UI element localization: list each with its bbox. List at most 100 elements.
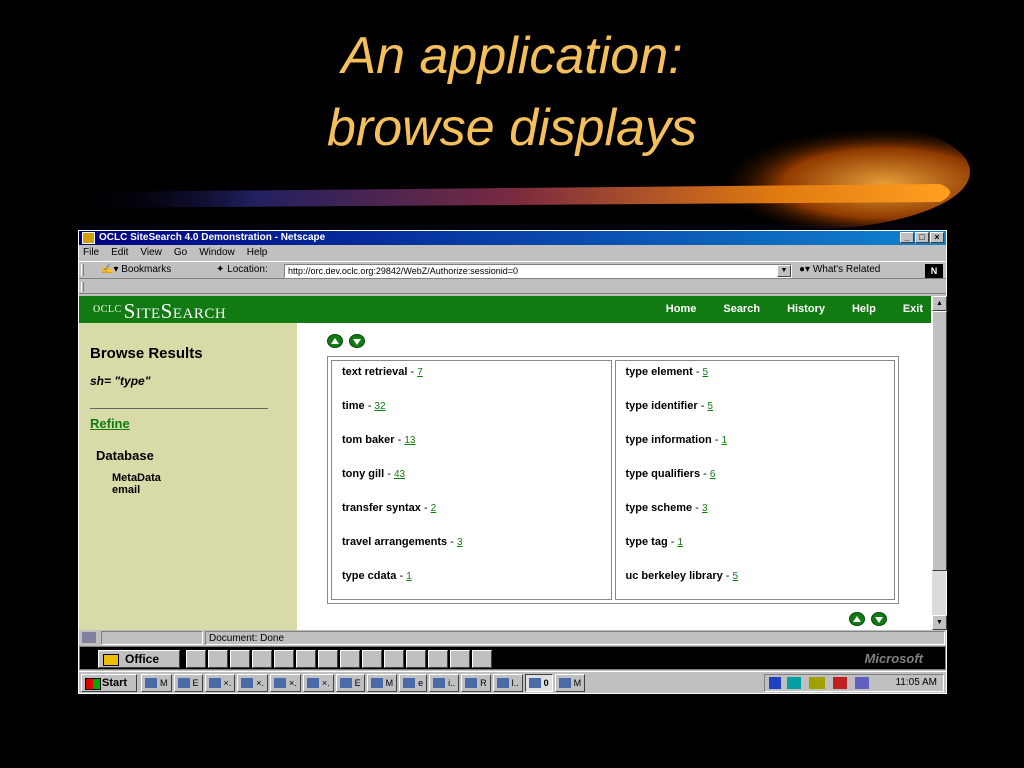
office-tool-icon[interactable] — [406, 650, 426, 668]
result-count-link[interactable]: 5 — [733, 571, 739, 582]
office-tools — [186, 650, 492, 668]
database-item: MetaData — [112, 472, 161, 484]
netscape-app-icon — [82, 232, 95, 244]
scroll-up-icon[interactable]: ▲ — [932, 296, 947, 311]
office-tool-icon[interactable] — [428, 650, 448, 668]
taskbar-task[interactable]: l.. — [492, 674, 523, 692]
page-arrows-top — [327, 334, 365, 348]
site-banner: OCLCSiteSearch Home Search History Help … — [79, 296, 931, 323]
window-titlebar[interactable]: OCLC SiteSearch 4.0 Demonstration - Nets… — [79, 231, 946, 245]
office-tool-icon[interactable] — [296, 650, 316, 668]
list-item: text retrieval - 7 — [342, 366, 423, 378]
results-column-right: type element - 5 type identifier - 5 typ… — [614, 360, 895, 600]
scroll-down-icon[interactable]: ▼ — [932, 615, 947, 630]
next-page-icon[interactable] — [349, 334, 365, 348]
result-count-link[interactable]: 5 — [703, 367, 709, 378]
browse-results-heading: Browse Results — [90, 345, 203, 362]
start-button[interactable]: Start — [81, 674, 137, 692]
nav-help[interactable]: Help — [852, 303, 876, 315]
office-tool-icon[interactable] — [252, 650, 272, 668]
office-tool-icon[interactable] — [450, 650, 470, 668]
nav-home[interactable]: Home — [666, 303, 697, 315]
result-count-link[interactable]: 1 — [721, 435, 727, 446]
result-count-link[interactable]: 13 — [404, 435, 415, 446]
taskbar-task[interactable]: i.. — [429, 674, 460, 692]
toolbar-grip-2[interactable] — [81, 282, 84, 292]
office-tool-icon[interactable] — [318, 650, 338, 668]
nav-search[interactable]: Search — [723, 303, 760, 315]
taskbar-task[interactable]: ×. — [237, 674, 269, 692]
restore-button[interactable]: □ — [915, 232, 929, 243]
menu-window[interactable]: Window — [199, 246, 235, 260]
menu-go[interactable]: Go — [174, 246, 187, 260]
result-count-link[interactable]: 1 — [677, 537, 683, 548]
location-toolbar: ✍▾ Bookmarks ✦ Location: http://orc.dev.… — [79, 261, 946, 279]
taskbar-task[interactable]: M — [554, 674, 586, 692]
result-count-link[interactable]: 5 — [707, 401, 713, 412]
previous-page-icon[interactable] — [327, 334, 343, 348]
result-count-link[interactable]: 43 — [394, 469, 405, 480]
location-label: ✦ Location: — [216, 264, 268, 275]
menu-edit[interactable]: Edit — [111, 246, 128, 260]
scroll-thumb[interactable] — [932, 311, 947, 571]
list-item: tony gill - 43 — [342, 468, 406, 480]
result-count-link[interactable]: 32 — [374, 401, 385, 412]
taskbar-task-active[interactable]: 0 — [524, 674, 553, 692]
office-button[interactable]: Office — [98, 650, 180, 668]
office-tool-icon[interactable] — [208, 650, 228, 668]
office-tool-icon[interactable] — [384, 650, 404, 668]
minimize-button[interactable]: _ — [900, 232, 914, 243]
location-dropdown-icon[interactable]: ▼ — [777, 265, 791, 277]
database-heading: Database — [96, 448, 154, 463]
taskbar-task[interactable]: e — [399, 674, 428, 692]
result-count-link[interactable]: 2 — [431, 503, 437, 514]
status-text: Document: Done — [205, 631, 945, 645]
taskbar-task[interactable]: R — [461, 674, 491, 692]
toolbar-grip[interactable] — [81, 264, 84, 276]
taskbar-task[interactable]: ×. — [204, 674, 236, 692]
office-tool-icon[interactable] — [274, 650, 294, 668]
previous-page-icon[interactable] — [849, 612, 865, 626]
clock[interactable]: 11:05 AM — [895, 677, 937, 688]
results-column-left: text retrieval - 7 time - 32 tom baker -… — [331, 360, 612, 600]
close-button[interactable]: × — [930, 232, 944, 243]
refine-link[interactable]: Refine — [90, 416, 130, 431]
taskbar-task[interactable]: M — [366, 674, 398, 692]
menu-file[interactable]: File — [83, 246, 99, 260]
security-icon[interactable] — [82, 632, 96, 643]
next-page-icon[interactable] — [871, 612, 887, 626]
office-tool-icon[interactable] — [186, 650, 206, 668]
list-item: type cdata - 1 — [342, 570, 412, 582]
result-count-link[interactable]: 3 — [702, 503, 708, 514]
list-item: type element - 5 — [625, 366, 709, 378]
office-tool-icon[interactable] — [472, 650, 492, 668]
nav-history[interactable]: History — [787, 303, 825, 315]
web-page: OCLCSiteSearch Home Search History Help … — [79, 296, 931, 630]
result-count-link[interactable]: 7 — [417, 367, 423, 378]
menu-help[interactable]: Help — [247, 246, 268, 260]
slide-title-line-1: An application: — [341, 27, 683, 85]
taskbar-task[interactable]: E — [173, 674, 203, 692]
menu-view[interactable]: View — [140, 246, 162, 260]
menu-bar: File Edit View Go Window Help — [79, 246, 946, 260]
progress-field — [101, 631, 203, 645]
vertical-scrollbar[interactable]: ▲ ▼ — [931, 296, 947, 630]
location-input[interactable]: http://orc.dev.oclc.org:29842/WebZ/Autho… — [284, 264, 792, 278]
office-tool-icon[interactable] — [362, 650, 382, 668]
taskbar-task[interactable]: M — [141, 674, 172, 692]
result-count-link[interactable]: 1 — [406, 571, 412, 582]
window-title: OCLC SiteSearch 4.0 Demonstration - Nets… — [99, 232, 326, 243]
office-tool-icon[interactable] — [340, 650, 360, 668]
taskbar-task[interactable]: ×. — [270, 674, 301, 692]
office-tool-icon[interactable] — [230, 650, 250, 668]
taskbar-task[interactable]: E — [335, 674, 365, 692]
nav-exit[interactable]: Exit — [903, 303, 923, 315]
result-count-link[interactable]: 3 — [457, 537, 463, 548]
list-item: uc berkeley library - 5 — [625, 570, 739, 582]
taskbar-task[interactable]: ×. — [302, 674, 334, 692]
bookmarks-button[interactable]: ✍▾ Bookmarks — [101, 262, 171, 278]
whats-related-button[interactable]: ●▾ What's Related — [799, 262, 880, 278]
result-count-link[interactable]: 6 — [710, 469, 716, 480]
tray-icons[interactable] — [769, 677, 879, 689]
sitesearch-logo[interactable]: OCLCSiteSearch — [93, 299, 226, 324]
